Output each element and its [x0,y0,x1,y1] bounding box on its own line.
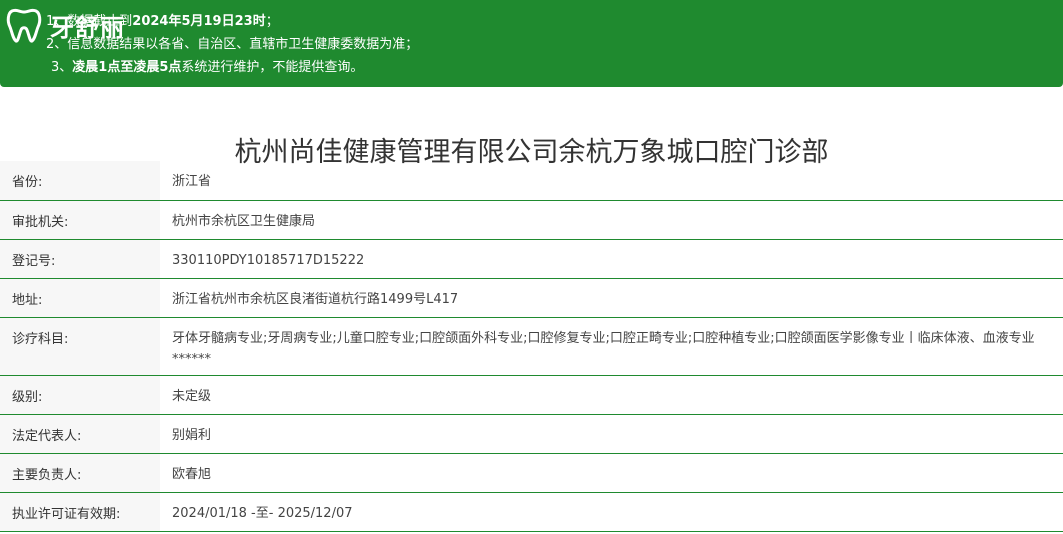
info-row: 法定代表人: 别娟利 [0,414,1063,454]
notice-line-2: 2、信息数据结果以各省、自治区、直辖市卫生健康委数据为准； [46,37,419,52]
notice-text: 1、数据截止到2024年5月19日23时； 2、信息数据结果以各省、自治区、直辖… [46,10,418,79]
info-value: 别娟利 [160,414,1063,454]
info-value: 未定级 [160,375,1063,415]
tooth-icon [6,8,42,43]
info-value: 杭州市余杭区卫生健康局 [160,200,1063,240]
info-row: 审批机关: 杭州市余杭区卫生健康局 [0,200,1063,240]
info-value: 欧春旭 [160,453,1063,493]
info-row: 地址: 浙江省杭州市余杭区良渚街道杭行路1499号L417 [0,278,1063,318]
info-label: 登记号: [0,239,160,279]
info-label: 地址: [0,278,160,318]
info-label: 级别: [0,375,160,415]
info-row: 诊疗科目: 牙体牙髓病专业;牙周病专业;儿童口腔专业;口腔颌面外科专业;口腔修复专… [0,317,1063,376]
info-row: 登记号: 330110PDY10185717D15222 [0,239,1063,279]
info-row: 主要负责人: 欧春旭 [0,453,1063,493]
info-row: 执业许可证有效期: 2024/01/18 -至- 2025/12/07 [0,492,1063,532]
notice-line-1: 1、数据截止到2024年5月19日23时； [46,14,279,29]
notice-line-3: 3、凌晨1点至凌晨5点系统进行维护，不能提供查询。 [51,60,364,75]
info-value: 浙江省杭州市余杭区良渚街道杭行路1499号L417 [160,278,1063,318]
info-label: 省份: [0,161,160,201]
info-label: 主要负责人: [0,453,160,493]
info-row: 省份: 浙江省 [0,161,1063,201]
info-label: 审批机关: [0,200,160,240]
info-row: 级别: 未定级 [0,375,1063,415]
info-value: 浙江省 [160,161,1063,201]
info-label: 执业许可证有效期: [0,492,160,532]
info-label: 法定代表人: [0,414,160,454]
info-value: 330110PDY10185717D15222 [160,239,1063,279]
notice-banner: 牙舒丽 1、数据截止到2024年5月19日23时； 2、信息数据结果以各省、自治… [0,0,1063,87]
info-label: 诊疗科目: [0,317,160,376]
clinic-info-table: 省份: 浙江省 审批机关: 杭州市余杭区卫生健康局 登记号: 330110PDY10185… [0,161,1063,532]
info-value: 牙体牙髓病专业;牙周病专业;儿童口腔专业;口腔颌面外科专业;口腔修复专业;口腔正… [160,317,1063,376]
info-value: 2024/01/18 -至- 2025/12/07 [160,492,1063,532]
